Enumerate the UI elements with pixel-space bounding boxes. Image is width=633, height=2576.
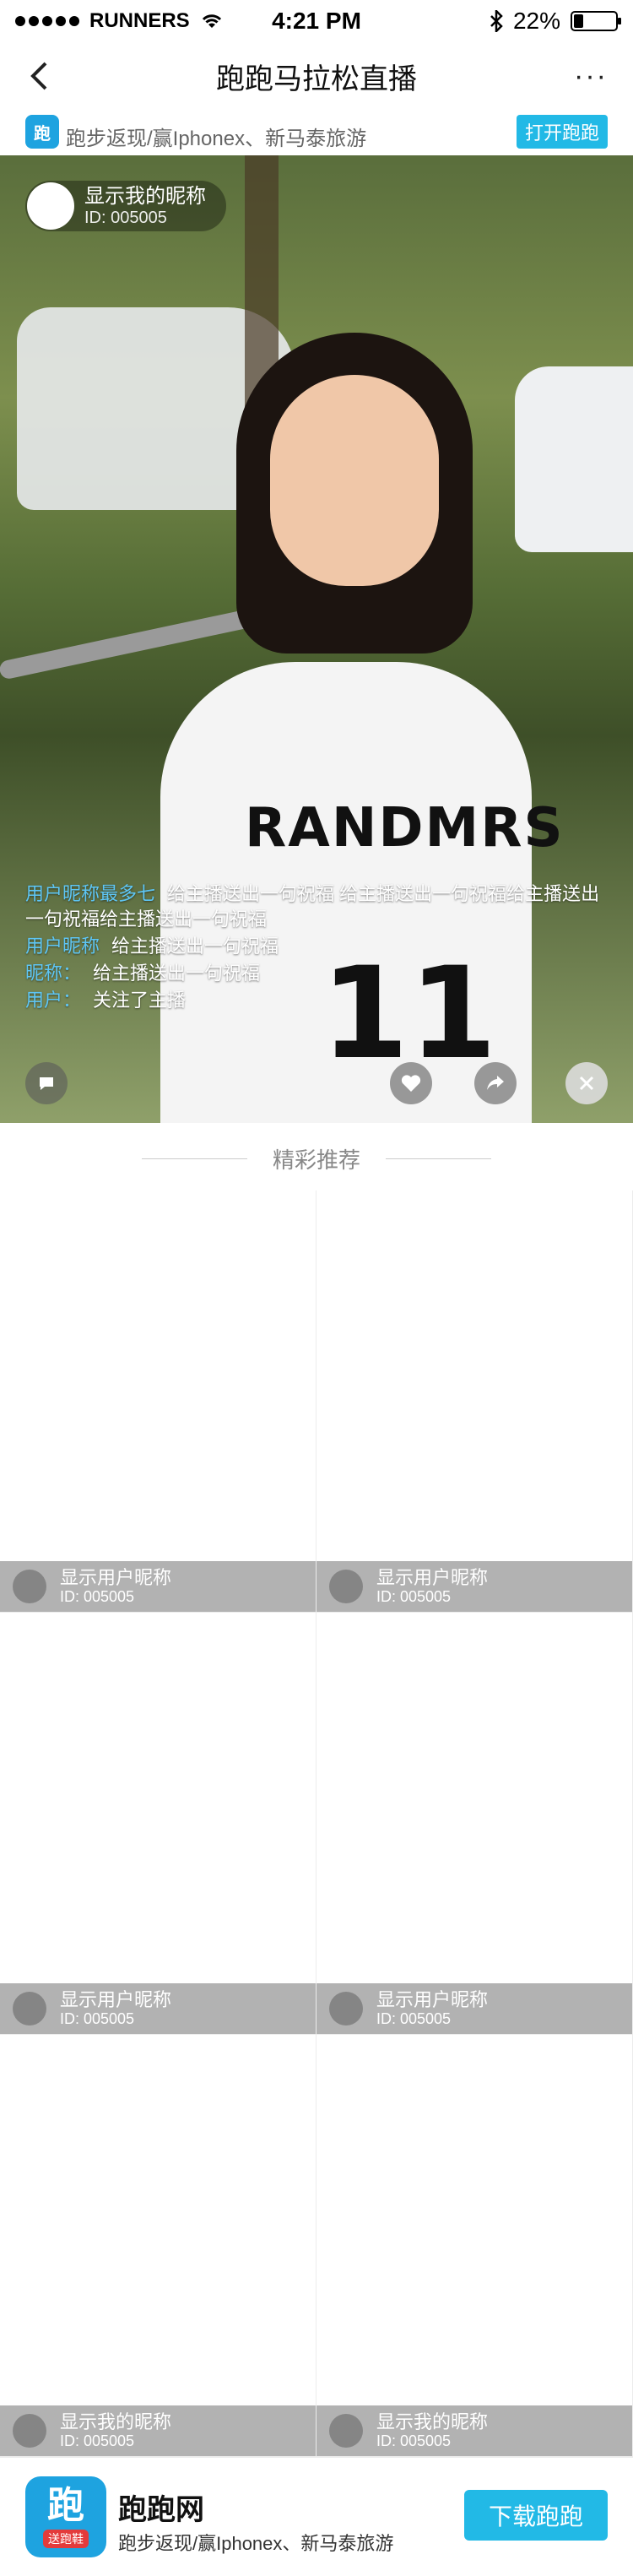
avatar [13, 1570, 46, 1603]
recommend-card-footer: 显示用户昵称 ID: 005005 [0, 1561, 316, 1612]
recommend-card[interactable]: 显示我的昵称 ID: 005005 [0, 2035, 316, 2457]
comment-button[interactable] [25, 1062, 68, 1104]
battery-fill [574, 14, 583, 28]
share-icon [487, 1076, 504, 1090]
chat-text: 给主播送出一句祝福 [111, 935, 279, 957]
like-button[interactable] [390, 1062, 432, 1104]
avatar [329, 1992, 363, 2026]
recommend-card[interactable]: 显示用户昵称 ID: 005005 [0, 1613, 316, 2035]
app-name: 跑跑网 [118, 2494, 204, 2526]
open-app-button[interactable]: 打开跑跑 [517, 115, 608, 149]
comment-icon [40, 1077, 53, 1090]
recommend-title: 精彩推荐 [0, 1135, 633, 1182]
host-id: ID: 005005 [84, 209, 167, 227]
recommend-name: 显示用户昵称 [60, 1567, 172, 1588]
download-button[interactable]: 下载跑跑 [464, 2490, 608, 2541]
recommend-meta: 显示用户昵称 ID: 005005 [60, 1567, 172, 1606]
close-icon [579, 1076, 594, 1091]
wifi-icon [202, 14, 221, 28]
shirt-print: RANDMRS [245, 797, 565, 860]
chat-username[interactable]: 用户昵称 [25, 935, 100, 957]
chevron-left-icon [30, 62, 47, 90]
host-card[interactable]: 显示我的昵称 ID: 005005 [25, 181, 226, 231]
app-download-banner: 跑 送跑鞋 跑跑网 跑步返现/赢Iphonex、新马泰旅游 下载跑跑 [0, 2457, 633, 2576]
recommend-meta: 显示用户昵称 ID: 005005 [376, 1989, 489, 2028]
chat-username[interactable]: 昵称： [25, 963, 81, 984]
app-logo: 跑 送跑鞋 [25, 2476, 106, 2557]
recommend-id: ID: 005005 [60, 2010, 135, 2027]
recommend-card[interactable]: 显示用户昵称 ID: 005005 [316, 1613, 633, 2035]
heart-icon [401, 1075, 421, 1092]
signal-icon [15, 16, 79, 26]
recommend-card[interactable]: 显示用户昵称 ID: 005005 [0, 1190, 316, 1613]
recommend-meta: 显示用户昵称 ID: 005005 [60, 1989, 172, 2028]
recommend-name: 显示用户昵称 [376, 1989, 489, 2010]
live-video[interactable]: RANDMRS 11 显示我的昵称 ID: 005005 用户昵称最多七 给主播送… [0, 155, 633, 1123]
status-bar: RUNNERS 4:21 PM 22% [0, 0, 633, 42]
promo-bar: 跑 跑步返现/赢Iphonex、新马泰旅游 打开跑跑 [0, 110, 633, 155]
close-button[interactable] [565, 1062, 608, 1104]
recommend-grid: 显示用户昵称 ID: 005005 显示用户昵称 ID: 005005 显示用户… [0, 1190, 633, 2457]
recommend-id: ID: 005005 [60, 1588, 135, 1605]
recommend-card[interactable]: 显示用户昵称 ID: 005005 [316, 1190, 633, 1613]
battery-percent: 22% [512, 8, 560, 34]
more-button[interactable]: ··· [565, 57, 616, 95]
app-logo-glyph: 跑 [47, 2485, 84, 2526]
battery-icon [571, 11, 621, 31]
chat-message: 昵称： 给主播送出一句祝福 [25, 961, 608, 986]
recommend-card-footer: 显示我的昵称 ID: 005005 [316, 2405, 632, 2456]
bluetooth-icon [490, 10, 503, 32]
recommend-id: ID: 005005 [376, 1588, 452, 1605]
recommend-name: 显示用户昵称 [376, 1567, 489, 1588]
recommend-name: 显示用户昵称 [60, 1989, 172, 2010]
app-logo-badge: 送跑鞋 [43, 2530, 89, 2548]
recommend-meta: 显示我的昵称 ID: 005005 [60, 2411, 172, 2450]
avatar [13, 1992, 46, 2026]
host-name: 显示我的昵称 [84, 185, 206, 208]
recommend-id: ID: 005005 [376, 2010, 452, 2027]
recommend-card-footer: 显示用户昵称 ID: 005005 [316, 1983, 632, 2034]
promo-logo: 跑 [25, 115, 59, 149]
promo-text: 跑步返现/赢Iphonex、新马泰旅游 [66, 127, 367, 150]
chat-text: 给主播送出一句祝福 [93, 963, 261, 984]
recommend-card[interactable]: 显示我的昵称 ID: 005005 [316, 2035, 633, 2457]
avatar [329, 1570, 363, 1603]
recommend-card-footer: 显示用户昵称 ID: 005005 [316, 1561, 632, 1612]
app-description: 跑步返现/赢Iphonex、新马泰旅游 [118, 2533, 394, 2554]
nav-bar: 跑跑马拉松直播 ··· [0, 42, 633, 110]
recommend-card-footer: 显示用户昵称 ID: 005005 [0, 1983, 316, 2034]
recommend-name: 显示我的昵称 [376, 2411, 489, 2432]
recommend-id: ID: 005005 [60, 2432, 135, 2449]
chat-username[interactable]: 用户昵称最多七 [25, 883, 155, 904]
chat-text: 关注了主播 [93, 990, 187, 1011]
recommend-card-footer: 显示我的昵称 ID: 005005 [0, 2405, 316, 2456]
status-right: 22% [490, 8, 621, 35]
chat-username[interactable]: 用户： [25, 990, 81, 1011]
share-button[interactable] [474, 1062, 517, 1104]
chat-message: 用户昵称最多七 给主播送出一句祝福 给主播送出一句祝福给主播送出一句祝福给主播送出… [25, 881, 608, 932]
page-title: 跑跑马拉松直播 [216, 62, 417, 95]
streamer-face [270, 375, 439, 586]
recommend-meta: 显示用户昵称 ID: 005005 [376, 1567, 489, 1606]
host-avatar[interactable] [27, 182, 74, 230]
status-left: RUNNERS [15, 9, 224, 33]
avatar [329, 2414, 363, 2448]
chat-message: 用户昵称 给主播送出一句祝福 [25, 934, 608, 959]
host-meta: 显示我的昵称 ID: 005005 [84, 185, 206, 227]
recommend-name: 显示我的昵称 [60, 2411, 172, 2432]
recommend-meta: 显示我的昵称 ID: 005005 [376, 2411, 489, 2450]
carrier-label: RUNNERS [89, 9, 190, 32]
back-button[interactable] [20, 57, 57, 95]
chat-list: 用户昵称最多七 给主播送出一句祝福 给主播送出一句祝福给主播送出一句祝福给主播送出… [25, 881, 608, 1015]
chat-message: 用户： 关注了主播 [25, 988, 608, 1013]
avatar [13, 2414, 46, 2448]
recommend-id: ID: 005005 [376, 2432, 452, 2449]
